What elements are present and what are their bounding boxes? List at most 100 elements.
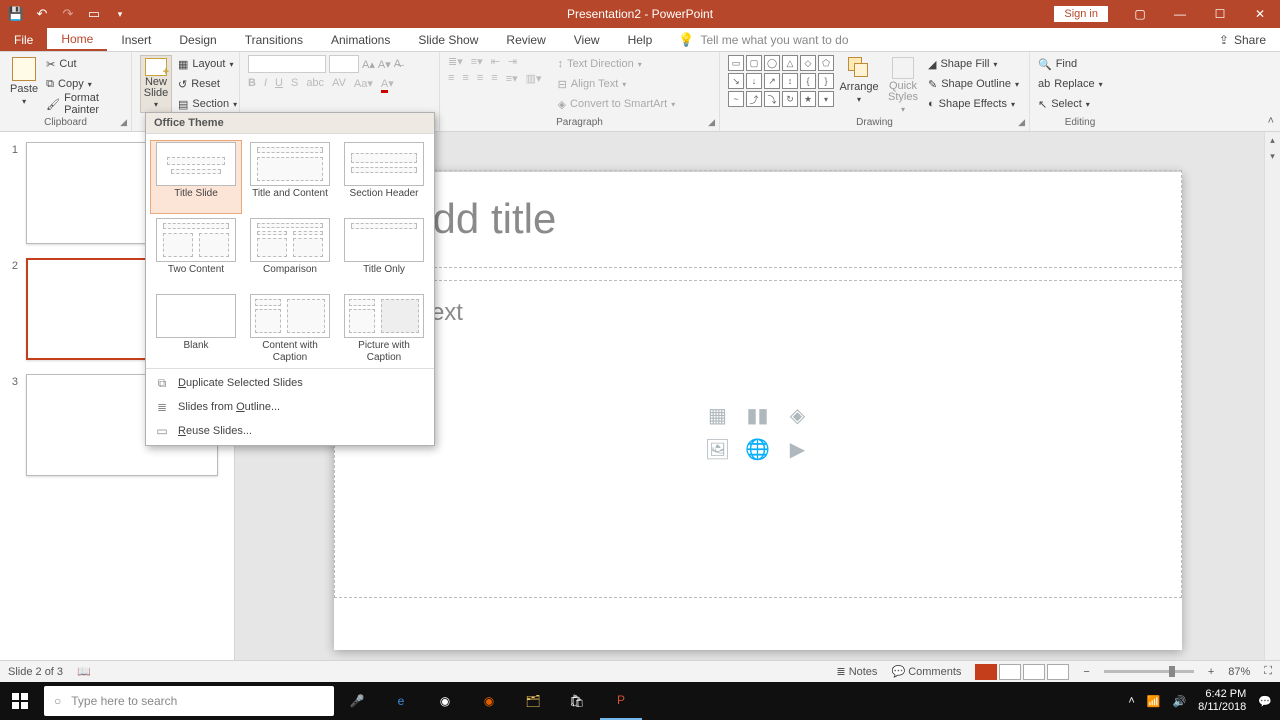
layout-comparison[interactable]: Comparison xyxy=(244,216,336,290)
layout-title-only[interactable]: Title Only xyxy=(338,216,430,290)
reading-view-button[interactable] xyxy=(1023,664,1045,680)
spacing-button[interactable]: AV xyxy=(332,77,346,90)
mic-icon[interactable]: 🎤 xyxy=(336,682,378,720)
columns-button[interactable]: ▥▾ xyxy=(526,72,542,85)
start-button[interactable] xyxy=(0,682,40,720)
share-button[interactable]: ⇪Share xyxy=(1205,28,1280,51)
layout-blank[interactable]: Blank xyxy=(150,292,242,366)
scroll-up-icon[interactable]: ▴ xyxy=(1265,132,1280,148)
undo-icon[interactable]: ↶ xyxy=(34,6,50,22)
tray-up-icon[interactable]: ˄ xyxy=(1128,695,1134,707)
store-icon[interactable]: 🛍 xyxy=(556,682,598,720)
powerpoint-taskbar-icon[interactable]: P xyxy=(600,682,642,720)
save-icon[interactable]: 💾 xyxy=(8,6,24,22)
tab-help[interactable]: Help xyxy=(614,28,667,51)
duplicate-slides-item[interactable]: ⧉Duplicate Selected Slides xyxy=(146,371,434,395)
find-button[interactable]: 🔍Find xyxy=(1038,55,1122,73)
quick-styles-button[interactable]: Quick Styles▾ xyxy=(884,55,922,114)
tab-insert[interactable]: Insert xyxy=(107,28,165,51)
shape-effects-button[interactable]: ◐Shape Effects▾ xyxy=(928,95,1019,113)
content-placeholder[interactable]: • add text ▦ ▮▮ ◈ 🖼 🌐 ▶ xyxy=(334,280,1182,598)
insert-smartart-icon[interactable]: ◈ xyxy=(781,402,815,430)
layout-title-and-content[interactable]: Title and Content xyxy=(244,140,336,214)
grow-font-icon[interactable]: A▴ xyxy=(362,55,375,73)
align-left-button[interactable]: ≡ xyxy=(448,72,454,85)
explorer-icon[interactable]: 🗂 xyxy=(512,682,554,720)
select-button[interactable]: ↖Select▾ xyxy=(1038,95,1122,113)
strike-button[interactable]: S xyxy=(291,77,298,90)
align-center-button[interactable]: ≡ xyxy=(462,72,468,85)
comments-button[interactable]: 💬 Comments xyxy=(891,665,961,678)
outdent-button[interactable]: ⇤ xyxy=(491,55,500,68)
indent-button[interactable]: ⇥ xyxy=(508,55,517,68)
chrome-icon[interactable]: ◉ xyxy=(424,682,466,720)
close-button[interactable]: ✕ xyxy=(1240,0,1280,28)
zoom-out-button[interactable]: − xyxy=(1083,666,1089,678)
firefox-icon[interactable]: ◉ xyxy=(468,682,510,720)
layout-button[interactable]: ▦Layout▾ xyxy=(178,55,237,73)
start-from-beginning-icon[interactable]: ▭ xyxy=(86,6,102,22)
network-icon[interactable]: 📶 xyxy=(1147,695,1161,708)
maximize-button[interactable]: ☐ xyxy=(1200,0,1240,28)
zoom-slider[interactable] xyxy=(1104,670,1194,673)
dialog-launcher-icon[interactable]: ◢ xyxy=(708,117,715,128)
slideshow-view-button[interactable] xyxy=(1047,664,1069,680)
layout-title-slide[interactable]: Title Slide xyxy=(150,140,242,214)
text-direction-button[interactable]: ↕Text Direction▾ xyxy=(558,55,676,73)
scroll-down-icon[interactable]: ▾ xyxy=(1265,148,1280,164)
tab-home[interactable]: Home xyxy=(47,28,107,51)
align-right-button[interactable]: ≡ xyxy=(477,72,483,85)
clock[interactable]: 6:42 PM8/11/2018 xyxy=(1198,688,1246,714)
line-spacing-button[interactable]: ≡▾ xyxy=(506,72,518,85)
convert-smartart-button[interactable]: ◈Convert to SmartArt▾ xyxy=(558,95,676,113)
slide-canvas[interactable]: to add title • add text ▦ ▮▮ ◈ 🖼 🌐 ▶ xyxy=(334,172,1182,650)
underline-button[interactable]: U xyxy=(275,77,283,90)
font-name-input[interactable] xyxy=(248,55,326,73)
replace-button[interactable]: abReplace▾ xyxy=(1038,75,1122,93)
shrink-font-icon[interactable]: A▾ xyxy=(378,55,391,73)
layout-section-header[interactable]: Section Header xyxy=(338,140,430,214)
insert-chart-icon[interactable]: ▮▮ xyxy=(741,402,775,430)
tab-animations[interactable]: Animations xyxy=(317,28,404,51)
dialog-launcher-icon[interactable]: ◢ xyxy=(1018,117,1025,128)
shadow-button[interactable]: abc xyxy=(306,77,324,90)
vertical-scrollbar[interactable]: ▴ ▾ xyxy=(1264,132,1280,660)
taskbar-search[interactable]: ○Type here to search xyxy=(44,686,334,716)
insert-video-icon[interactable]: ▶ xyxy=(781,436,815,464)
format-painter-button[interactable]: 🖌Format Painter xyxy=(46,95,123,113)
slides-from-outline-item[interactable]: ≣Slides from Outline... xyxy=(146,395,434,419)
insert-picture-icon[interactable]: 🖼 xyxy=(701,436,735,464)
edge-icon[interactable]: e xyxy=(380,682,422,720)
qat-customize-icon[interactable]: ▾ xyxy=(112,6,128,22)
zoom-in-button[interactable]: + xyxy=(1208,666,1214,678)
tab-design[interactable]: Design xyxy=(165,28,230,51)
tab-view[interactable]: View xyxy=(560,28,614,51)
redo-icon[interactable]: ↷ xyxy=(60,6,76,22)
cut-button[interactable]: ✂Cut xyxy=(46,55,123,73)
justify-button[interactable]: ≡ xyxy=(491,72,497,85)
title-placeholder[interactable]: to add title xyxy=(334,170,1182,268)
notifications-icon[interactable]: 💬 xyxy=(1258,695,1272,708)
notes-button[interactable]: ≣ Notes xyxy=(836,665,877,678)
collapse-ribbon-icon[interactable]: ˄ xyxy=(1268,115,1274,127)
layout-picture-caption[interactable]: Picture with Caption xyxy=(338,292,430,366)
font-size-input[interactable] xyxy=(329,55,359,73)
tell-me-search[interactable]: 💡Tell me what you want to do xyxy=(666,28,860,51)
sign-in-button[interactable]: Sign in xyxy=(1054,6,1108,22)
tab-file[interactable]: File xyxy=(0,28,47,51)
dialog-launcher-icon[interactable]: ◢ xyxy=(120,117,127,128)
tab-transitions[interactable]: Transitions xyxy=(231,28,317,51)
italic-button[interactable]: I xyxy=(264,77,267,90)
insert-table-icon[interactable]: ▦ xyxy=(701,402,735,430)
volume-icon[interactable]: 🔊 xyxy=(1172,695,1186,708)
bullets-button[interactable]: ≣▾ xyxy=(448,55,463,68)
new-slide-button[interactable]: New Slide ▾ xyxy=(140,55,172,113)
align-text-button[interactable]: ⊟Align Text▾ xyxy=(558,75,676,93)
font-color-button[interactable]: A▾ xyxy=(381,77,394,90)
shapes-gallery[interactable]: ▭▢◯△◇⬠ ↘↓↗↕{} ~⤴⤵↻★▾ xyxy=(728,55,834,114)
insert-online-pic-icon[interactable]: 🌐 xyxy=(741,436,775,464)
reset-button[interactable]: ↺Reset xyxy=(178,75,237,93)
bold-button[interactable]: B xyxy=(248,77,256,90)
section-button[interactable]: ▤Section▾ xyxy=(178,95,237,113)
tab-review[interactable]: Review xyxy=(492,28,559,51)
